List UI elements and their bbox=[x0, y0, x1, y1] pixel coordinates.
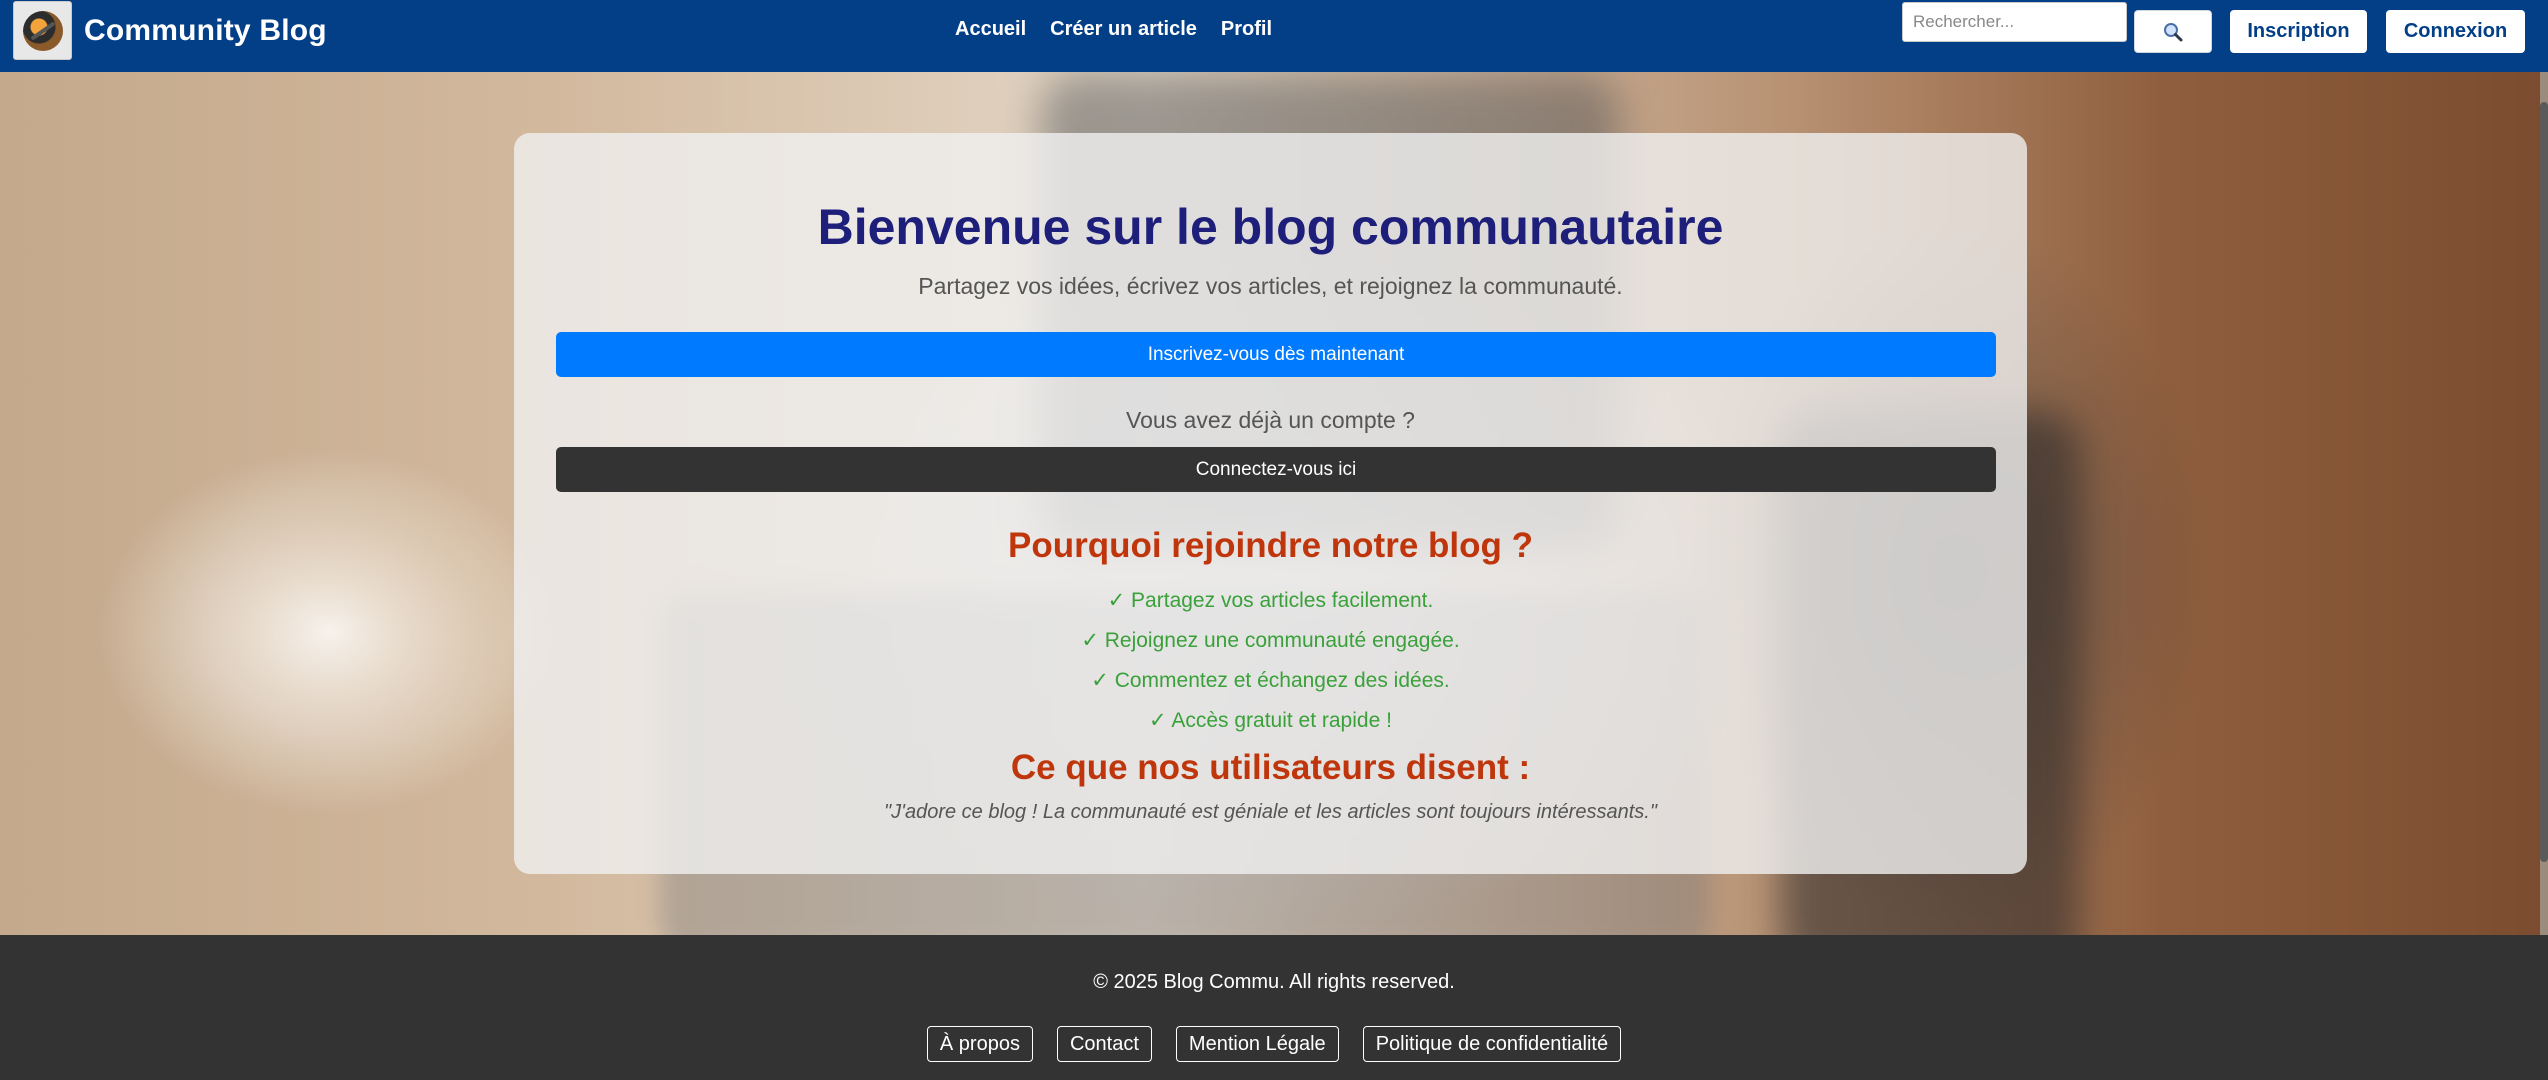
search-button[interactable] bbox=[2134, 10, 2212, 53]
welcome-card: Bienvenue sur le blog communautaire Part… bbox=[514, 133, 2027, 874]
footer-link-mention-legale[interactable]: Mention Légale bbox=[1175, 1026, 1339, 1062]
search-icon bbox=[2164, 22, 2183, 41]
welcome-subtitle: Partagez vos idées, écrivez vos articles… bbox=[918, 273, 1623, 299]
welcome-title: Bienvenue sur le blog communautaire bbox=[817, 199, 1724, 255]
already-account-text: Vous avez déjà un compte ? bbox=[1126, 407, 1415, 433]
testimonial-quote: "J'adore ce blog ! La communauté est gén… bbox=[884, 801, 1657, 823]
benefit-item: ✓ Commentez et échangez des idées. bbox=[1091, 669, 1450, 692]
benefit-item: ✓ Partagez vos articles facilement. bbox=[1107, 589, 1434, 612]
benefits-list: ✓ Partagez vos articles facilement. ✓ Re… bbox=[514, 581, 2027, 741]
page-scrollbar[interactable] bbox=[2540, 72, 2548, 935]
site-footer: © 2025 Blog Commu. All rights reserved. … bbox=[0, 935, 2548, 1080]
footer-links: À propos Contact Mention Légale Politiqu… bbox=[0, 1026, 2548, 1062]
footer-copyright: © 2025 Blog Commu. All rights reserved. bbox=[1093, 971, 1455, 993]
why-join-heading: Pourquoi rejoindre notre blog ? bbox=[1008, 526, 1533, 565]
testimonials-heading: Ce que nos utilisateurs disent : bbox=[1010, 748, 1531, 787]
login-cta-button[interactable]: Connectez-vous ici bbox=[556, 447, 1996, 492]
nav-link-creer-article[interactable]: Créer un article bbox=[1050, 18, 1197, 41]
brand[interactable]: Community Blog bbox=[13, 1, 327, 60]
footer-link-contact[interactable]: Contact bbox=[1056, 1026, 1152, 1062]
nav-link-profil[interactable]: Profil bbox=[1221, 18, 1272, 41]
search-input[interactable] bbox=[1902, 2, 2127, 42]
signup-cta-button[interactable]: Inscrivez-vous dès maintenant bbox=[556, 332, 1996, 377]
top-navbar: Community Blog Accueil Créer un article … bbox=[0, 0, 2548, 72]
site-logo bbox=[13, 1, 72, 60]
footer-link-a-propos[interactable]: À propos bbox=[926, 1026, 1033, 1062]
logo-emblem-icon bbox=[22, 10, 63, 51]
brand-title[interactable]: Community Blog bbox=[84, 14, 327, 48]
inscription-button[interactable]: Inscription bbox=[2230, 10, 2367, 53]
main-nav: Accueil Créer un article Profil bbox=[955, 18, 1272, 41]
benefit-item: ✓ Accès gratuit et rapide ! bbox=[1149, 709, 1392, 732]
nav-link-accueil[interactable]: Accueil bbox=[955, 18, 1026, 41]
footer-link-confidentialite[interactable]: Politique de confidentialité bbox=[1362, 1026, 1622, 1062]
scrollbar-thumb[interactable] bbox=[2540, 102, 2548, 862]
benefit-item: ✓ Rejoignez une communauté engagée. bbox=[1081, 629, 1460, 652]
connexion-button[interactable]: Connexion bbox=[2386, 10, 2525, 53]
